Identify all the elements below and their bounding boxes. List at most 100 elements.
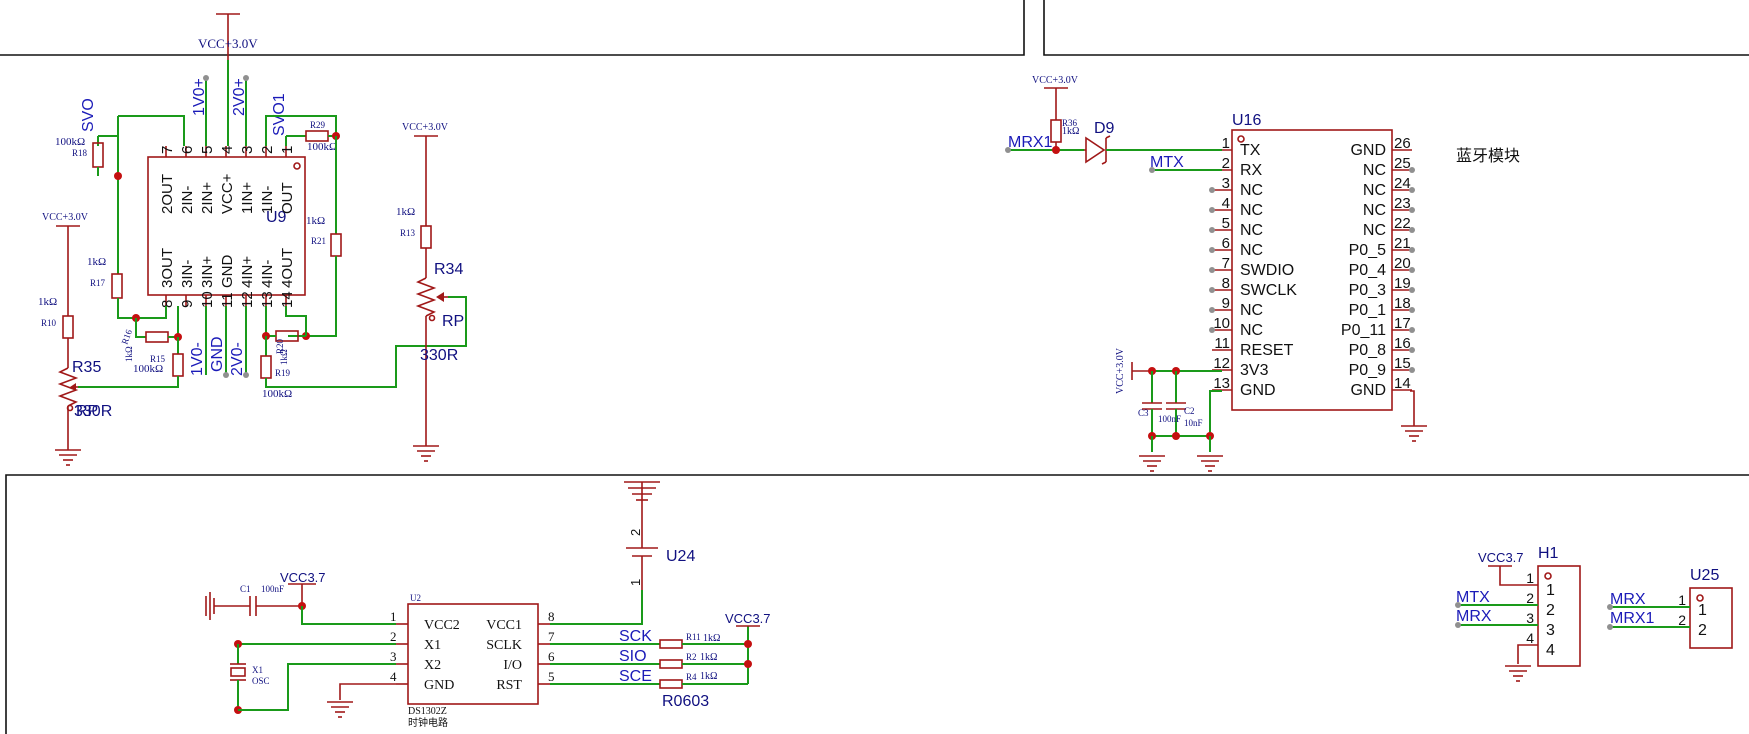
d9-ref: D9 [1094,120,1115,137]
r17-value: 1kΩ [87,256,106,268]
u9-pin-number: 12 [239,291,256,308]
u16-pin-number: 19 [1394,275,1411,292]
r16-ref: R16 [119,328,134,346]
u9-pin-name: 1IN- [259,186,276,214]
u16-pin-end [1209,207,1215,213]
u16-pin-name: NC [1240,202,1263,219]
u16-pin-end [1209,307,1215,313]
u9-pin-number: 5 [199,146,216,154]
r0603-label: R0603 [662,693,709,710]
u16-pin-number: 9 [1222,295,1230,312]
u16-pin-number: 11 [1214,335,1230,352]
u9-pin-number: 14 [279,291,296,308]
u2-pin-name: VCC1 [486,618,522,633]
u9-pin-number: 11 [219,292,236,308]
u16-pin-name: GND [1350,382,1386,399]
u9-pin-name: 4IN- [259,260,276,288]
h1-pin-number-inner: 4 [1546,642,1555,659]
h1-connector: H1 VCC3.7 MTX MRX 11223344 [1455,545,1581,682]
u16-pin-number: 2 [1222,155,1230,172]
u2-pin-number: 4 [390,669,397,684]
u16-pin-name: 3V3 [1240,362,1269,379]
u2-pin-number: 5 [548,669,555,684]
u16-bluetooth: U16 蓝牙模块 1 TX 2 RX 3 NC 4 NC 5 NC 6 NC 7 SWDIO 8 SWCLK 9… [1005,75,1520,472]
u16-pin-name: NC [1240,302,1263,319]
c3-ref: C3 [1138,408,1149,418]
u16-pin-name: RESET [1240,342,1294,359]
u16-pin-name: NC [1240,242,1263,259]
u16-pin-end [1209,267,1215,273]
r34-value: 330R [420,347,458,364]
u2-pin-name: VCC2 [424,618,460,633]
u2-pin-number: 2 [390,629,397,644]
u2-caption: 时钟电路 [408,716,448,729]
u9-pin-name: 3IN+ [199,256,216,288]
r18-ref: R18 [72,148,88,158]
u9-pin-name: VCC+ [219,173,236,214]
u16-ref: U16 [1232,112,1261,129]
u16-pin-name: P0_3 [1349,282,1386,299]
u25-pin-number-inner: 1 [1698,602,1707,619]
u9-opamp: U9 72OUT62IN-52IN+4VCC+31IN+21IN-1OUT 83… [80,60,306,378]
c2-value: 10nF [1184,418,1203,428]
u16-title: 蓝牙模块 [1456,147,1520,165]
h1-pin-number-inner: 1 [1546,582,1555,599]
u9-pin-name: OUT [279,182,296,214]
u16-pin-number: 25 [1394,155,1411,172]
r11-ref: R11 [686,632,701,642]
u25-pin-number-inner: 2 [1698,622,1707,639]
u2-pin-name: RST [496,678,522,693]
u16-pin-name: GND [1240,382,1276,399]
r11-value: 1kΩ [703,633,720,644]
u24-pin2: 2 [628,529,643,536]
u16-pin-name: SWCLK [1240,282,1297,299]
net-mrx-u25: MRX [1610,591,1646,608]
net-mrx1-u25: MRX1 [1610,610,1655,627]
u9-pin-name: 3OUT [159,248,176,288]
u16-left-pins: 1 TX 2 RX 3 NC 4 NC 5 NC 6 NC 7 SWDIO 8 SWCLK 9 NC 10 NC 11 R… [1209,135,1297,399]
u9-pin-name: GND [219,255,236,289]
u16-pin-name: NC [1363,202,1386,219]
r36-value: 1kΩ [1062,126,1079,137]
r15-ref: R15 [150,354,166,364]
u2-pin-name: GND [424,678,454,693]
r10-ref: R10 [41,318,57,328]
net-sck: SCK [619,628,652,645]
u16-pin-name: NC [1240,322,1263,339]
u9-pin-name: 4IN+ [239,256,256,288]
u16-pin-name: NC [1363,162,1386,179]
u16-pin-name: RX [1240,162,1263,179]
r29-ref: R29 [310,120,326,130]
u9-pin-number: 3 [239,146,256,154]
u16-pin-name: P0_4 [1349,262,1386,279]
u16-pin-number: 8 [1222,275,1230,292]
u25-connector: U25 MRX MRX1 1122 [1607,567,1733,649]
u16-pin-end [1209,287,1215,293]
u9-pin-number: 7 [159,146,176,154]
u9-pin-number: 6 [179,146,196,154]
u2-pin-name: SCLK [486,638,522,653]
u9-pin-name: 4OUT [279,248,296,288]
r13-value: 1kΩ [396,206,415,218]
u16-pin-number: 12 [1213,355,1230,372]
u16-pin-number: 5 [1222,215,1230,232]
u16-pin-name: NC [1363,222,1386,239]
u16-pin-number: 3 [1222,175,1230,192]
u16-pin-number: 10 [1213,315,1230,332]
h1-pin-number-inner: 2 [1546,602,1555,619]
u9-pin-number: 2 [259,146,276,154]
u9-pin-name: 2OUT [159,174,176,214]
u16-pin-number: 6 [1222,235,1230,252]
net-mtx: MTX [1150,154,1184,171]
vcc-label: VCC+3.0V [402,122,449,133]
u2-right-pins: 8 VCC1 7 SCLK 6 I/O 5 RST [486,609,555,693]
u24-ref: U24 [666,548,695,565]
u9-pin-number: 9 [179,300,196,308]
r17-ref: R17 [90,278,106,288]
u25-ref: U25 [1690,567,1719,584]
u16-pin-number: 21 [1394,235,1411,252]
r34-branch: VCC+3.0V 1kΩ R13 R34 RP 330R [396,122,467,462]
u2-pin-number: 6 [548,649,555,664]
vcc-label: VCC+3.0V [198,36,258,51]
u2-pin-name: X2 [424,658,441,673]
